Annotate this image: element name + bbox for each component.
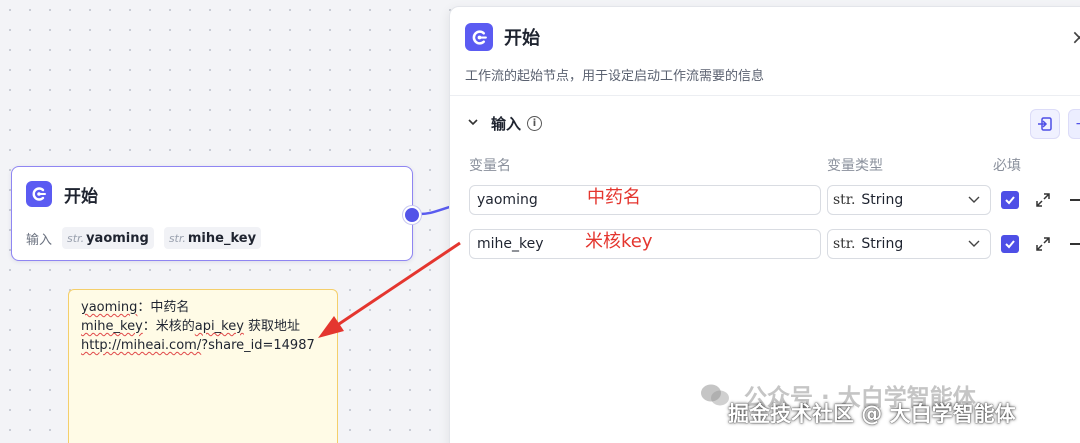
string-type-icon: str. bbox=[67, 231, 85, 245]
panel-header: 开始 bbox=[465, 23, 540, 51]
variable-row: mihe_key 米核key str. String bbox=[450, 229, 1080, 261]
variable-name-input[interactable]: yaoming bbox=[469, 185, 821, 215]
node-inputs-label: 输入 bbox=[26, 232, 53, 248]
checkmark-icon bbox=[1005, 240, 1015, 249]
remove-variable-button[interactable] bbox=[1070, 199, 1080, 201]
required-checkbox[interactable] bbox=[1001, 235, 1019, 253]
watermark-juejin: 掘金技术社区 @ 大白学智能体 bbox=[728, 402, 1016, 426]
start-node-icon bbox=[465, 23, 493, 51]
panel-title: 开始 bbox=[504, 28, 540, 49]
variable-row: yaoming 中药名 str. String bbox=[450, 185, 1080, 217]
note-api-key: api_key bbox=[194, 319, 244, 334]
string-type-icon: str. bbox=[833, 236, 856, 252]
wechat-icon bbox=[701, 384, 729, 406]
node-input-name: yaoming bbox=[86, 230, 149, 246]
start-node-icon bbox=[26, 181, 52, 207]
sticky-note[interactable]: yaoming：中药名 mihe_key：米核的api_key 获取地址 htt… bbox=[68, 289, 338, 443]
import-variables-button[interactable] bbox=[1030, 109, 1060, 139]
string-type-icon: str. bbox=[833, 192, 856, 208]
note-line-3: http://miheai.com/?share_id=14987 bbox=[81, 336, 325, 355]
expand-icon[interactable] bbox=[1035, 192, 1051, 208]
string-type-icon: str. bbox=[168, 231, 186, 245]
column-header-name: 变量名 bbox=[469, 158, 511, 174]
note-url: http://miheai.com/ bbox=[81, 338, 202, 353]
variable-type-select[interactable]: str. String bbox=[827, 229, 991, 259]
remove-variable-button[interactable] bbox=[1070, 243, 1080, 245]
note-text: ：中药名 bbox=[137, 300, 190, 315]
chevron-down-icon[interactable] bbox=[467, 116, 479, 131]
variable-type-value: String bbox=[861, 192, 904, 208]
node-header: 开始 bbox=[26, 181, 98, 207]
import-icon bbox=[1038, 117, 1052, 131]
note-line-1: yaoming：中药名 bbox=[81, 298, 325, 317]
variable-type-value: String bbox=[861, 236, 904, 252]
column-header-required: 必填 bbox=[993, 158, 1021, 174]
note-text: ：米核的 bbox=[142, 319, 195, 334]
node-title: 开始 bbox=[64, 186, 98, 207]
section-title: 输入 bbox=[491, 115, 522, 133]
panel-description: 工作流的起始节点，用于设定启动工作流需要的信息 bbox=[465, 69, 765, 84]
variable-type-select[interactable]: str. String bbox=[827, 185, 991, 215]
node-inputs: 输入 str. yaoming str. mihe_key bbox=[26, 227, 271, 249]
node-input-chip-mihe-key: str. mihe_key bbox=[163, 227, 262, 249]
add-variable-button[interactable]: + bbox=[1068, 109, 1080, 139]
node-input-chip-yaoming: str. yaoming bbox=[62, 227, 154, 249]
required-checkbox[interactable] bbox=[1001, 191, 1019, 209]
chevron-down-icon bbox=[968, 196, 980, 203]
note-key: mihe_key bbox=[81, 319, 143, 334]
inputs-section-header[interactable]: 输入 i bbox=[467, 113, 543, 134]
checkmark-icon bbox=[1005, 196, 1015, 205]
start-node[interactable]: 开始 输入 str. yaoming str. mihe_key bbox=[11, 166, 413, 261]
note-text: 获取地址 bbox=[243, 319, 301, 334]
red-annotation: 米核key bbox=[585, 231, 653, 252]
expand-icon[interactable] bbox=[1035, 236, 1051, 252]
info-icon[interactable]: i bbox=[527, 116, 543, 131]
note-key: yaoming bbox=[81, 300, 138, 315]
node-input-name: mihe_key bbox=[187, 230, 257, 246]
node-output-handle[interactable] bbox=[403, 206, 421, 224]
column-header-type: 变量类型 bbox=[827, 158, 883, 174]
close-icon[interactable]: × bbox=[1071, 27, 1080, 47]
note-line-2: mihe_key：米核的api_key 获取地址 bbox=[81, 317, 325, 336]
chevron-down-icon bbox=[968, 240, 980, 247]
note-text: ?share_id=14987 bbox=[201, 338, 315, 353]
divider bbox=[450, 95, 1080, 96]
red-annotation: 中药名 bbox=[587, 187, 641, 208]
